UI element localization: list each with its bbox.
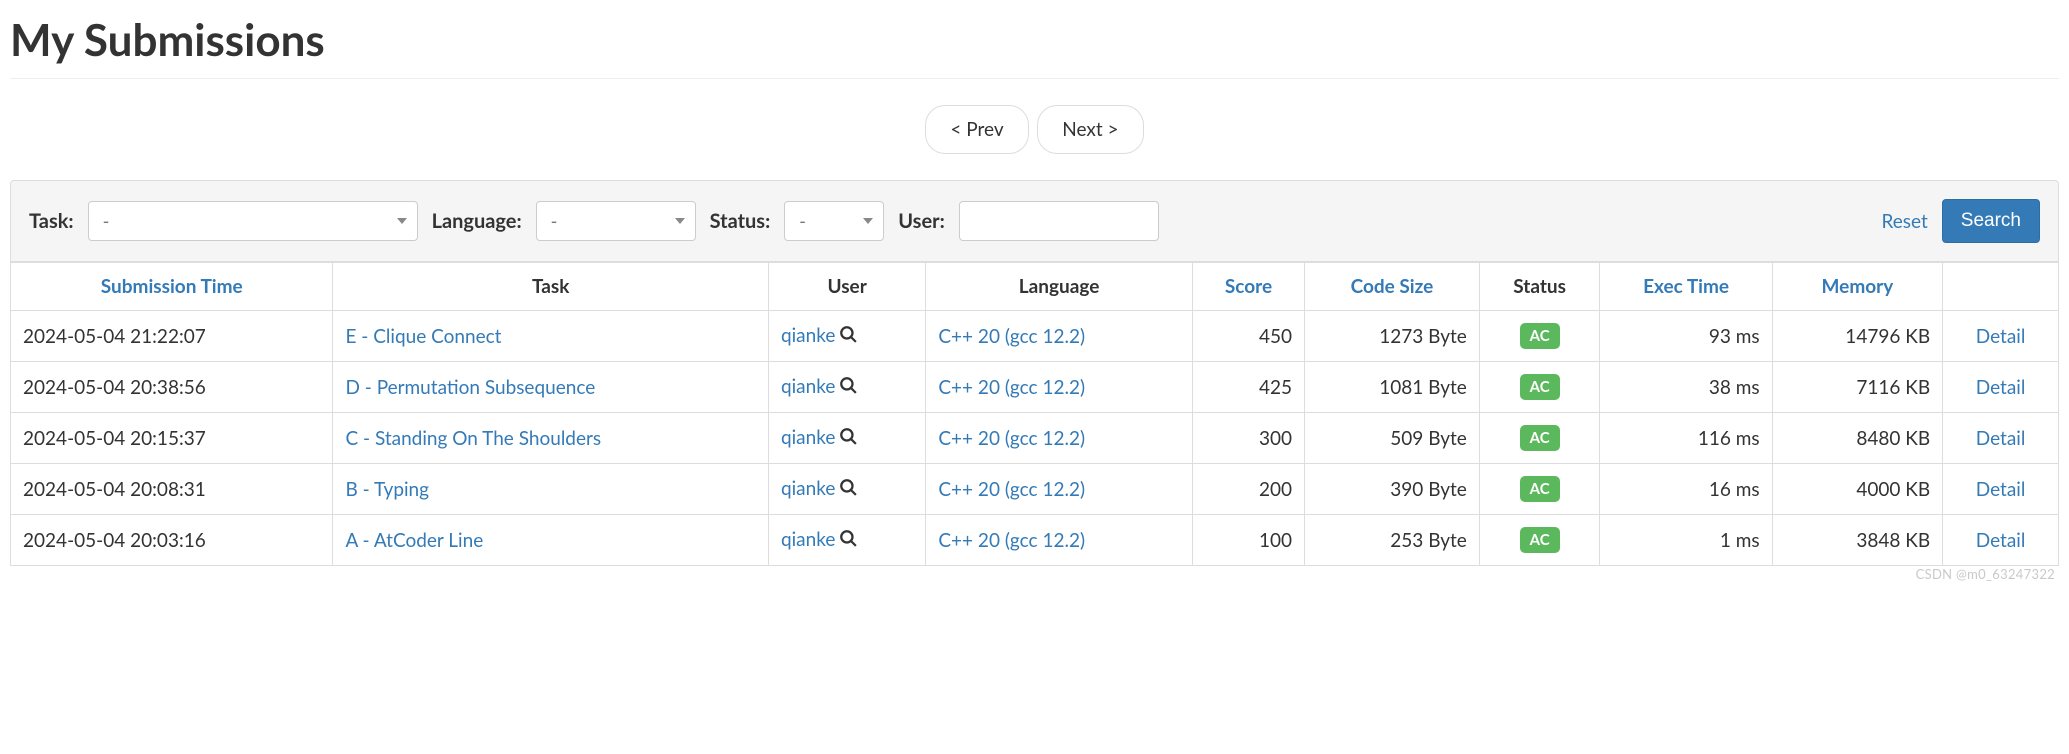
table-header-row: Submission Time Task User Language Score… [11,263,2059,311]
col-score[interactable]: Score [1225,275,1272,298]
prev-button[interactable]: < Prev [925,105,1028,154]
cell-memory: 7116 KB [1772,362,1942,413]
col-exec-time[interactable]: Exec Time [1643,275,1729,298]
detail-link[interactable]: Detail [1976,529,2026,552]
table-row: 2024-05-04 20:03:16 A - AtCoder Line qiank… [11,515,2059,566]
cell-code-size: 253 Byte [1305,515,1480,566]
cell-exec-time: 16 ms [1600,464,1772,515]
cell-memory: 8480 KB [1772,413,1942,464]
status-badge: AC [1520,476,1560,502]
col-memory[interactable]: Memory [1822,275,1894,298]
cell-score: 200 [1192,464,1304,515]
status-select[interactable]: - [784,201,884,241]
cell-score: 100 [1192,515,1304,566]
user-link[interactable]: qianke [781,528,835,551]
chevron-down-icon [863,218,873,224]
language-select[interactable]: - [536,201,696,241]
language-label: Language: [432,209,522,233]
user-label: User: [898,209,945,233]
table-row: 2024-05-04 21:22:07 E - Clique Connect qia… [11,311,2059,362]
table-row: 2024-05-04 20:15:37 C - Standing On The S… [11,413,2059,464]
cell-exec-time: 38 ms [1600,362,1772,413]
page-title: My Submissions [10,14,2059,79]
chevron-down-icon [675,218,685,224]
col-submission-time[interactable]: Submission Time [101,275,243,298]
reset-link[interactable]: Reset [1881,210,1927,233]
cell-memory: 14796 KB [1772,311,1942,362]
search-icon[interactable] [839,325,857,348]
cell-code-size: 390 Byte [1305,464,1480,515]
col-user: User [828,275,867,298]
cell-exec-time: 116 ms [1600,413,1772,464]
pager: < Prev Next > [10,105,2059,154]
table-row: 2024-05-04 20:08:31 B - Typing qianke C++ 2… [11,464,2059,515]
cell-exec-time: 1 ms [1600,515,1772,566]
next-button[interactable]: Next > [1037,105,1143,154]
cell-time: 2024-05-04 20:15:37 [11,413,333,464]
detail-link[interactable]: Detail [1976,427,2026,450]
cell-memory: 3848 KB [1772,515,1942,566]
search-icon[interactable] [839,376,857,399]
submissions-table: Submission Time Task User Language Score… [10,262,2059,566]
cell-score: 450 [1192,311,1304,362]
task-link[interactable]: C - Standing On The Shoulders [345,427,601,450]
cell-time: 2024-05-04 20:03:16 [11,515,333,566]
task-label: Task: [29,209,74,233]
task-select-value: - [103,210,387,232]
user-link[interactable]: qianke [781,426,835,449]
user-link[interactable]: qianke [781,324,835,347]
cell-code-size: 509 Byte [1305,413,1480,464]
cell-score: 425 [1192,362,1304,413]
detail-link[interactable]: Detail [1976,325,2026,348]
status-badge: AC [1520,527,1560,553]
detail-link[interactable]: Detail [1976,478,2026,501]
status-badge: AC [1520,425,1560,451]
user-link[interactable]: qianke [781,477,835,500]
detail-link[interactable]: Detail [1976,376,2026,399]
col-detail [1943,263,2059,311]
cell-memory: 4000 KB [1772,464,1942,515]
language-link[interactable]: C++ 20 (gcc 12.2) [938,376,1085,399]
cell-exec-time: 93 ms [1600,311,1772,362]
status-label: Status: [710,209,771,233]
search-button[interactable]: Search [1942,199,2040,243]
user-link[interactable]: qianke [781,375,835,398]
language-link[interactable]: C++ 20 (gcc 12.2) [938,325,1085,348]
task-link[interactable]: B - Typing [345,478,429,501]
col-task: Task [532,275,569,298]
task-link[interactable]: A - AtCoder Line [345,529,483,552]
task-select[interactable]: - [88,201,418,241]
col-language: Language [1019,275,1100,298]
col-code-size[interactable]: Code Size [1351,275,1434,298]
cell-time: 2024-05-04 20:08:31 [11,464,333,515]
status-badge: AC [1520,323,1560,349]
language-link[interactable]: C++ 20 (gcc 12.2) [938,529,1085,552]
cell-time: 2024-05-04 21:22:07 [11,311,333,362]
language-link[interactable]: C++ 20 (gcc 12.2) [938,427,1085,450]
language-link[interactable]: C++ 20 (gcc 12.2) [938,478,1085,501]
chevron-down-icon [397,218,407,224]
search-icon[interactable] [839,427,857,450]
user-input[interactable] [959,201,1159,241]
watermark: CSDN @m0_63247322 [1916,566,2055,582]
search-icon[interactable] [839,478,857,501]
status-badge: AC [1520,374,1560,400]
filter-bar: Task: - Language: - Status: - User: Rese… [10,180,2059,262]
task-link[interactable]: D - Permutation Subsequence [345,376,595,399]
cell-score: 300 [1192,413,1304,464]
search-icon[interactable] [839,529,857,552]
task-link[interactable]: E - Clique Connect [345,325,501,348]
cell-time: 2024-05-04 20:38:56 [11,362,333,413]
cell-code-size: 1081 Byte [1305,362,1480,413]
cell-code-size: 1273 Byte [1305,311,1480,362]
table-row: 2024-05-04 20:38:56 D - Permutation Subse… [11,362,2059,413]
status-select-value: - [799,210,853,232]
language-select-value: - [551,210,665,232]
col-status: Status [1513,275,1566,298]
